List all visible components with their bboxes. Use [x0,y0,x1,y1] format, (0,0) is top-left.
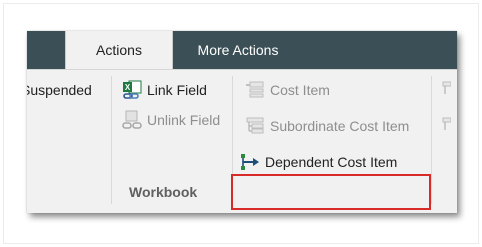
subordinate-cost-item-button[interactable]: Subordinate Cost Item [245,114,409,138]
tab-actions-label: Actions [96,42,142,58]
group-divider-left [111,76,112,204]
suspended-button[interactable]: Suspended [27,78,92,102]
group-divider-right [431,76,432,204]
suspended-label: Suspended [27,82,92,98]
workbook-group-label: Workbook [129,184,198,200]
unlink-icon [122,110,142,129]
ribbon-tab-strip: Actions More Actions [27,31,457,69]
dependent-cost-item-highlight [231,174,431,210]
cost-item-icon [246,81,264,98]
truncated-command-icon [442,81,451,94]
tab-actions[interactable]: Actions [65,31,173,69]
tab-more-actions-label: More Actions [197,42,279,58]
ribbon-window: Actions More Actions Suspended X Link Fi… [27,31,457,213]
dependent-cost-item-label: Dependent Cost Item [265,154,398,170]
tab-more-actions[interactable]: More Actions [173,31,303,69]
cost-item-button[interactable]: Cost Item [245,78,330,102]
link-field-label: Link Field [147,82,207,98]
unlink-field-button[interactable]: Unlink Field [122,108,220,132]
svg-text:X: X [125,83,131,92]
link-field-button[interactable]: X Link Field [122,78,207,102]
subordinate-cost-item-icon [246,117,264,134]
cost-item-label: Cost Item [270,82,330,98]
dependent-cost-item-button[interactable]: Dependent Cost Item [240,150,397,174]
dependent-cost-item-icon [241,154,259,170]
unlink-field-label: Unlink Field [147,112,221,128]
subordinate-cost-item-label: Subordinate Cost Item [270,118,410,134]
ribbon-body: Suspended X Link Field Unlink Field Work… [27,69,457,213]
truncated-command-icon-2 [442,117,451,130]
excel-link-icon: X [123,80,142,99]
